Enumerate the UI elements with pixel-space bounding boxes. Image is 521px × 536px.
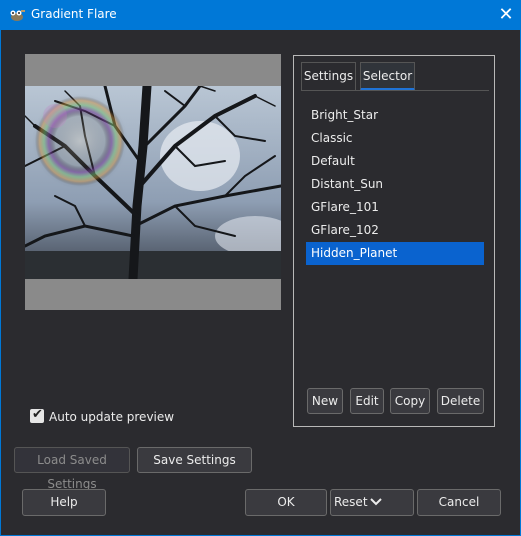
cancel-button[interactable]: Cancel xyxy=(417,489,501,516)
reset-button[interactable]: Reset xyxy=(330,489,414,516)
list-item[interactable]: GFlare_101 xyxy=(306,196,484,219)
load-saved-settings-button: Load Saved Settings xyxy=(14,447,130,491)
new-flare-button[interactable]: New xyxy=(307,388,343,414)
preview-area xyxy=(25,54,281,310)
delete-flare-button[interactable]: Delete xyxy=(437,388,484,414)
edit-flare-button[interactable]: Edit xyxy=(350,388,384,414)
close-icon[interactable]: ✕ xyxy=(491,0,521,30)
save-settings-button[interactable]: Save Settings xyxy=(137,447,252,473)
tab-settings[interactable]: Settings xyxy=(301,62,356,91)
chevron-down-icon xyxy=(369,490,383,524)
checkmark-icon: ✔ xyxy=(32,407,43,422)
list-item[interactable]: Distant_Sun xyxy=(306,173,484,196)
flare-selector-panel: Settings Selector Bright_Star Classic De… xyxy=(293,55,495,427)
copy-flare-button[interactable]: Copy xyxy=(390,388,430,414)
window-title: Gradient Flare xyxy=(31,7,117,21)
title-bar: Gradient Flare ✕ xyxy=(0,0,521,30)
list-item-selected[interactable]: Hidden_Planet xyxy=(306,242,484,265)
reset-label: Reset xyxy=(334,495,368,509)
ok-button[interactable]: OK xyxy=(245,489,327,516)
preview-image xyxy=(25,86,281,279)
list-item[interactable]: Default xyxy=(306,150,484,173)
auto-update-label[interactable]: Auto update preview xyxy=(49,410,174,424)
window-border-left xyxy=(0,30,1,536)
auto-update-checkbox[interactable]: ✔ xyxy=(30,407,44,423)
flare-list: Bright_Star Classic Default Distant_Sun … xyxy=(306,104,484,265)
help-button[interactable]: Help xyxy=(22,489,106,516)
list-item[interactable]: Bright_Star xyxy=(306,104,484,127)
tab-divider xyxy=(301,90,489,91)
list-item[interactable]: Classic xyxy=(306,127,484,150)
tab-selector[interactable]: Selector xyxy=(360,62,415,91)
gimp-wilber-icon xyxy=(10,10,25,21)
list-item[interactable]: GFlare_102 xyxy=(306,219,484,242)
